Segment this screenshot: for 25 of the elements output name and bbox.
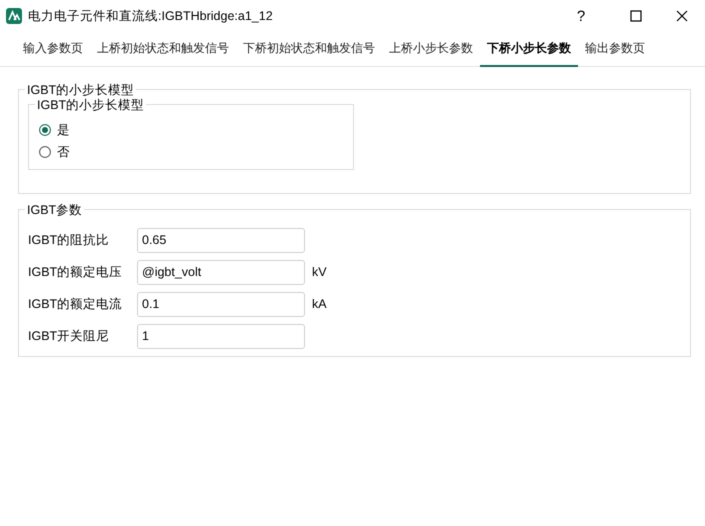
radio-button[interactable] bbox=[39, 124, 51, 136]
input-field[interactable]: 0.65 bbox=[137, 228, 305, 252]
field-label: IGBT的额定电压 bbox=[28, 264, 124, 280]
tab[interactable]: 上桥小步长参数 bbox=[382, 32, 480, 67]
unit-label: kV bbox=[312, 265, 327, 279]
input-field[interactable]: @igbt_volt bbox=[137, 260, 305, 284]
help-button[interactable]: ? bbox=[569, 8, 593, 24]
field-label: IGBT的阻抗比 bbox=[28, 232, 110, 248]
group-title: IGBT的小步长模型 bbox=[35, 97, 146, 114]
tab[interactable]: 下桥小步长参数 bbox=[480, 32, 578, 67]
input-field[interactable]: 0.1 bbox=[137, 292, 305, 316]
tab[interactable]: 输出参数页 bbox=[578, 32, 652, 67]
tab[interactable]: 上桥初始状态和触发信号 bbox=[90, 32, 236, 67]
field-label: IGBT开关阻尼 bbox=[28, 328, 110, 344]
field-label: IGBT的额定电流 bbox=[28, 296, 124, 312]
input-field[interactable]: 1 bbox=[137, 324, 305, 348]
unit-label: kA bbox=[312, 297, 327, 311]
radio-label: 是 bbox=[57, 122, 70, 138]
app-logo-icon bbox=[6, 8, 22, 24]
radio-button[interactable] bbox=[39, 146, 51, 158]
group-title: IGBT参数 bbox=[25, 202, 84, 219]
radio-label: 否 bbox=[57, 144, 70, 160]
tab[interactable]: 输入参数页 bbox=[16, 32, 90, 67]
tab[interactable]: 下桥初始状态和触发信号 bbox=[236, 32, 382, 67]
window-title: 电力电子元件和直流线:IGBTHbridge:a1_12 bbox=[28, 8, 274, 24]
